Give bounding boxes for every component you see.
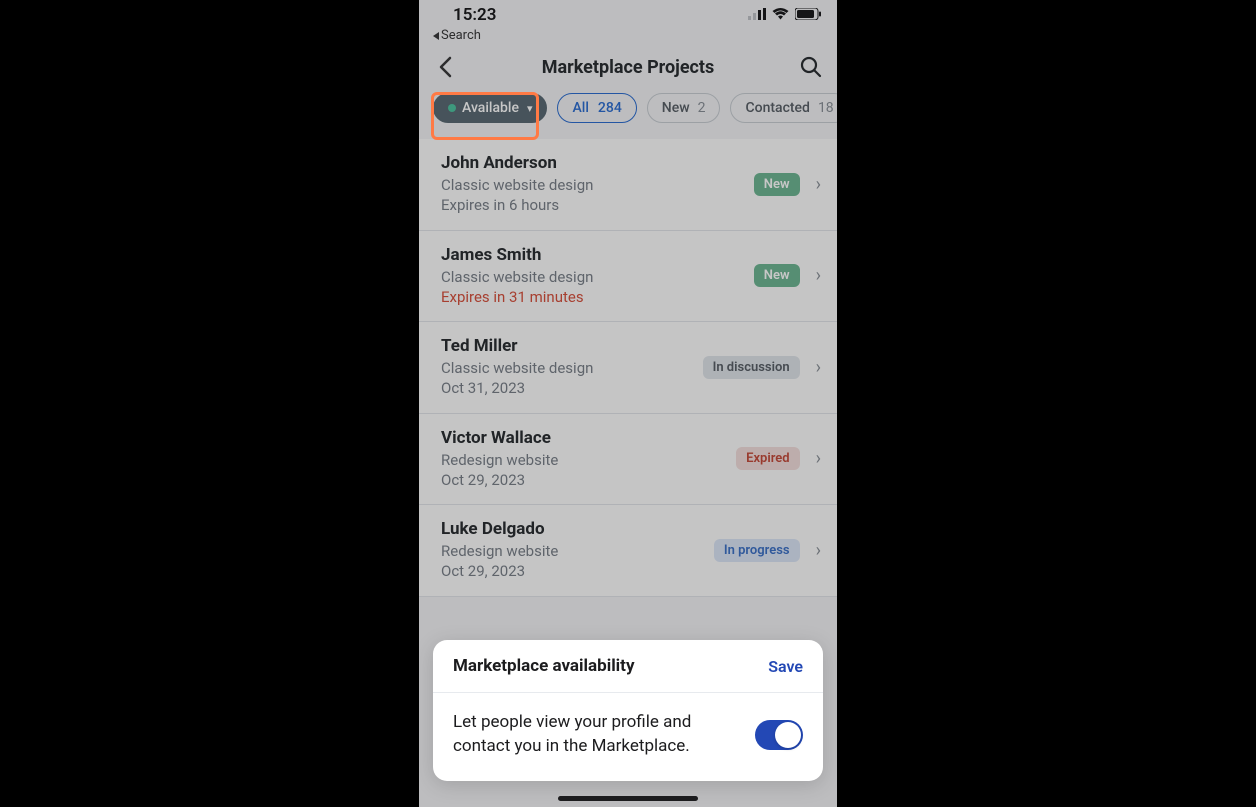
- project-meta: Expires in 6 hours: [441, 195, 744, 215]
- filter-all-label: All: [572, 100, 588, 116]
- project-name: John Anderson: [441, 153, 744, 173]
- filter-bar: Available ▾ All 284 New 2 Contacted 18 I: [419, 93, 837, 139]
- project-name: Ted Miller: [441, 336, 693, 356]
- availability-toggle[interactable]: [755, 720, 803, 750]
- project-row[interactable]: Ted MillerClassic website designOct 31, …: [419, 322, 837, 414]
- project-name: Luke Delgado: [441, 519, 704, 539]
- battery-icon: [795, 5, 821, 25]
- project-row[interactable]: James SmithClassic website designExpires…: [419, 231, 837, 323]
- search-icon: [800, 56, 822, 78]
- chevron-left-icon: [438, 56, 452, 78]
- status-badge: In progress: [714, 539, 800, 562]
- nav-header: Marketplace Projects: [419, 49, 837, 93]
- project-description: Classic website design: [441, 267, 744, 287]
- filter-new-count: 2: [698, 100, 706, 116]
- project-row[interactable]: John AndersonClassic website designExpir…: [419, 139, 837, 231]
- status-badge: New: [754, 264, 800, 287]
- project-meta: Oct 29, 2023: [441, 561, 704, 581]
- back-search-label: Search: [441, 28, 481, 43]
- filter-chip-all[interactable]: All 284: [557, 93, 636, 123]
- filter-contacted-label: Contacted: [745, 100, 809, 116]
- project-meta: Expires in 31 minutes: [441, 287, 744, 307]
- filter-contacted-count: 18: [818, 100, 834, 116]
- project-row[interactable]: Luke DelgadoRedesign websiteOct 29, 2023…: [419, 505, 837, 597]
- chevron-right-icon: ›: [810, 265, 821, 286]
- chevron-right-icon: ›: [810, 540, 821, 561]
- sheet-body: Let people view your profile and contact…: [433, 693, 823, 781]
- project-name: Victor Wallace: [441, 428, 726, 448]
- project-row-main: John AndersonClassic website designExpir…: [441, 153, 744, 216]
- chevron-right-icon: ›: [810, 357, 821, 378]
- filter-chip-new[interactable]: New 2: [647, 93, 721, 123]
- availability-filter-chip[interactable]: Available ▾: [433, 93, 547, 123]
- availability-sheet: Marketplace availability Save Let people…: [433, 640, 823, 781]
- chevron-right-icon: ›: [810, 174, 821, 195]
- project-description: Redesign website: [441, 541, 704, 561]
- toggle-knob: [775, 722, 801, 748]
- project-row-main: Ted MillerClassic website designOct 31, …: [441, 336, 693, 399]
- chevron-right-icon: ›: [810, 448, 821, 469]
- status-time: 15:23: [453, 5, 496, 25]
- back-to-search-link[interactable]: Search: [419, 26, 837, 49]
- project-name: James Smith: [441, 245, 744, 265]
- project-description: Redesign website: [441, 450, 726, 470]
- back-button[interactable]: [433, 55, 457, 79]
- cellular-icon: [748, 5, 766, 25]
- status-badge: Expired: [736, 447, 799, 470]
- back-triangle-icon: [433, 32, 439, 40]
- save-button[interactable]: Save: [768, 657, 803, 676]
- project-description: Classic website design: [441, 175, 744, 195]
- chevron-down-icon: ▾: [527, 102, 533, 115]
- sheet-title: Marketplace availability: [453, 656, 635, 676]
- availability-label: Available: [462, 100, 519, 116]
- sheet-header: Marketplace availability Save: [433, 640, 823, 693]
- filter-all-count: 284: [598, 100, 622, 116]
- phone-screen: 15:23 Search Marketplace Projects: [419, 0, 837, 807]
- project-row-main: Victor WallaceRedesign websiteOct 29, 20…: [441, 428, 726, 491]
- project-list: John AndersonClassic website designExpir…: [419, 139, 837, 597]
- project-row-main: Luke DelgadoRedesign websiteOct 29, 2023: [441, 519, 704, 582]
- project-row[interactable]: Victor WallaceRedesign websiteOct 29, 20…: [419, 414, 837, 506]
- filter-chip-contacted[interactable]: Contacted 18: [730, 93, 837, 123]
- sheet-description: Let people view your profile and contact…: [453, 711, 737, 759]
- home-indicator[interactable]: [558, 796, 698, 801]
- availability-dot-icon: [448, 104, 456, 112]
- project-row-main: James SmithClassic website designExpires…: [441, 245, 744, 308]
- status-badge: In discussion: [703, 356, 800, 379]
- project-meta: Oct 31, 2023: [441, 378, 693, 398]
- status-indicators: [748, 5, 821, 25]
- project-meta: Oct 29, 2023: [441, 470, 726, 490]
- filter-new-label: New: [662, 100, 690, 116]
- wifi-icon: [772, 5, 789, 25]
- status-bar: 15:23: [419, 0, 837, 26]
- search-button[interactable]: [799, 55, 823, 79]
- status-badge: New: [754, 173, 800, 196]
- project-description: Classic website design: [441, 358, 693, 378]
- page-title: Marketplace Projects: [542, 57, 715, 78]
